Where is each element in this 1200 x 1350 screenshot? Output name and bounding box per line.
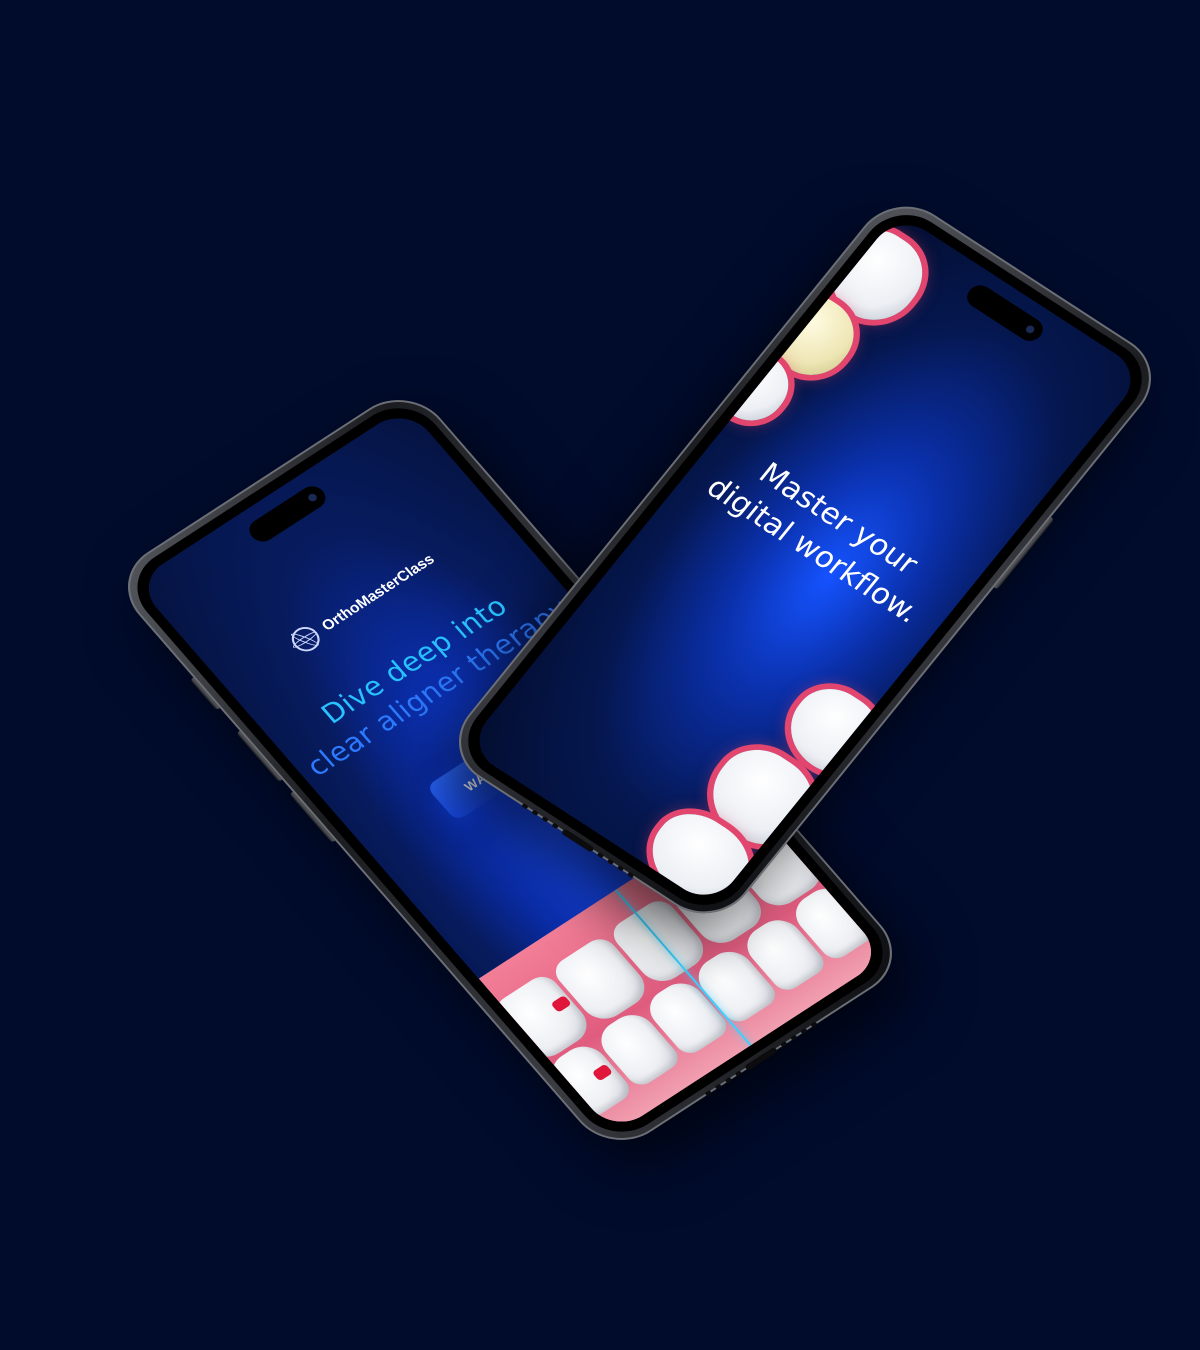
hero-headline: Master your digital workflow. (677, 424, 974, 647)
brand-name: OrthoMasterClass (318, 550, 438, 634)
mockup-stage: OrthoMasterClass Dive deep into clear al… (0, 0, 1200, 1350)
atom-tooth-logo-icon (286, 621, 326, 656)
